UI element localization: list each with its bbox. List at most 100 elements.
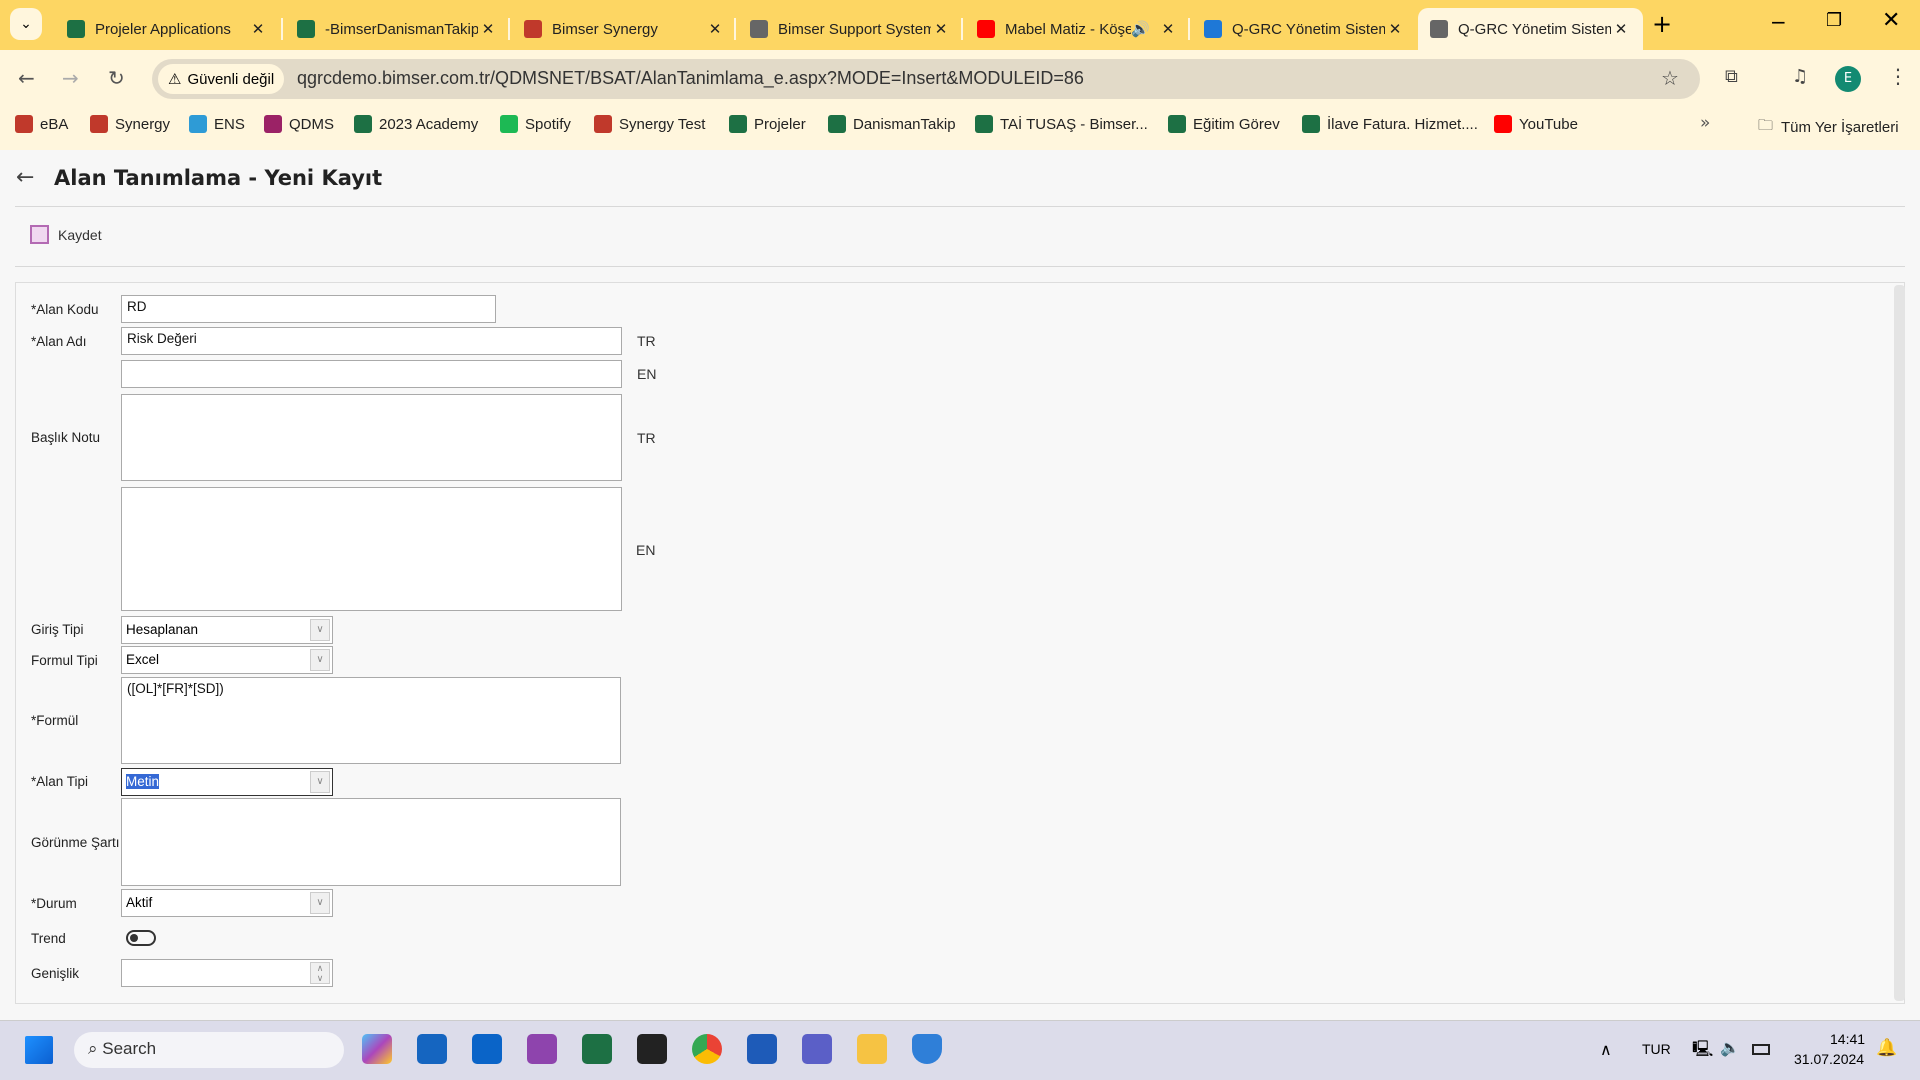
bookmark-item[interactable]: ENS — [189, 115, 245, 133]
bookmark-label: 2023 Academy — [379, 115, 479, 133]
more-bookmarks-icon[interactable]: » — [1700, 113, 1710, 133]
teams-icon[interactable] — [802, 1034, 832, 1064]
close-tab-icon[interactable]: ✕ — [931, 20, 951, 38]
close-window-button[interactable]: ✕ — [1882, 8, 1900, 33]
all-bookmarks[interactable]: 🗀 Tüm Yer İşaretleri — [1758, 115, 1899, 140]
spinner-icon[interactable]: ∧ ∨ — [310, 962, 330, 984]
close-tab-icon[interactable]: ✕ — [705, 20, 725, 38]
maximize-button[interactable]: ❐ — [1826, 10, 1842, 31]
close-tab-icon[interactable]: ✕ — [478, 20, 498, 38]
bookmark-item[interactable]: QDMS — [264, 115, 334, 133]
excel-icon[interactable] — [582, 1034, 612, 1064]
genislik-stepper[interactable]: ∧ ∨ — [121, 959, 333, 987]
network-icon[interactable]: 🖳 — [1692, 1038, 1713, 1065]
notification-bell-icon[interactable]: 🔔 — [1876, 1038, 1897, 1058]
bookmark-icon — [975, 115, 993, 133]
bookmark-item[interactable]: eBA — [15, 115, 68, 133]
audio-icon[interactable]: 🔊 — [1131, 20, 1150, 38]
taskbar-search[interactable]: ⌕ Search — [74, 1032, 344, 1068]
tab[interactable]: Bimser Synergy ✕ — [512, 8, 737, 50]
bookmark-item[interactable]: Eğitim Görev — [1168, 115, 1280, 133]
tab[interactable]: Bimser Support System ✕ — [738, 8, 963, 50]
extensions-icon[interactable]: ⧉ — [1725, 66, 1738, 87]
copilot-icon[interactable] — [362, 1034, 392, 1064]
menu-icon[interactable]: ⋮ — [1888, 64, 1908, 88]
chevron-down-icon[interactable]: ∨ — [310, 649, 330, 671]
bookmark-item[interactable]: YouTube — [1494, 115, 1578, 133]
tab-title: Mabel Matiz - Köşe — [1005, 20, 1132, 38]
giris-tipi-select[interactable]: Hesaplanan ∨ — [121, 616, 333, 644]
security-shield-icon[interactable] — [912, 1034, 942, 1064]
media-icon[interactable]: ♫ — [1792, 66, 1808, 87]
close-tab-icon[interactable]: ✕ — [248, 20, 268, 38]
bookmark-item[interactable]: 2023 Academy — [354, 115, 478, 133]
bookmark-item[interactable]: Projeler — [729, 115, 806, 133]
clock-date[interactable]: 31.07.2024 — [1794, 1051, 1864, 1067]
formul-tipi-select[interactable]: Excel ∨ — [121, 646, 333, 674]
durum-select[interactable]: Aktif ∨ — [121, 889, 333, 917]
gorunme-sarti-textarea[interactable] — [121, 798, 621, 886]
sticky-notes-icon[interactable] — [637, 1034, 667, 1064]
alan-tipi-select[interactable]: Metin ∨ — [121, 768, 333, 796]
tray-chevron-icon[interactable]: ∧ — [1600, 1040, 1612, 1059]
bookmark-item[interactable]: Synergy — [90, 115, 170, 133]
baslik-notu-en-textarea[interactable] — [121, 487, 622, 611]
alan-adi-en-input[interactable] — [121, 360, 622, 388]
lang-en-label: EN — [636, 542, 656, 558]
bookmark-icon — [1494, 115, 1512, 133]
tab[interactable]: -BimserDanismanTakip ✕ — [285, 8, 510, 50]
word-icon[interactable] — [747, 1034, 777, 1064]
volume-icon[interactable]: 🔈 — [1720, 1038, 1740, 1057]
bookmark-label: Synergy Test — [619, 115, 706, 133]
security-chip[interactable]: ⚠ Güvenli değil — [158, 64, 285, 94]
forward-icon[interactable]: → — [62, 66, 79, 90]
avatar[interactable]: E — [1835, 66, 1861, 92]
page-back-icon[interactable]: ← — [16, 165, 34, 190]
security-label: Güvenli değil — [187, 70, 275, 88]
chrome-icon[interactable] — [692, 1034, 722, 1064]
bookmark-item[interactable]: Spotify — [500, 115, 571, 133]
scrollbar[interactable] — [1894, 285, 1905, 1001]
tab[interactable]: Projeler Applications ✕ — [55, 8, 280, 50]
tab[interactable]: Mabel Matiz - Köşe 🔊 ✕ — [965, 8, 1190, 50]
bookmark-item[interactable]: Synergy Test — [594, 115, 705, 133]
bookmark-label: eBA — [40, 115, 69, 133]
clock-time[interactable]: 14:41 — [1830, 1031, 1865, 1047]
alan-kodu-input[interactable]: RD — [121, 295, 496, 323]
tab-search-button[interactable]: ⌄ — [10, 8, 42, 40]
tab[interactable]: Q-GRC Yönetim Sistemi ✕ — [1192, 8, 1417, 50]
language-indicator[interactable]: TUR — [1642, 1041, 1671, 1057]
bookmark-item[interactable]: DanismanTakip — [828, 115, 956, 133]
file-explorer-icon[interactable] — [857, 1034, 887, 1064]
back-icon[interactable]: ← — [18, 66, 35, 90]
synergy-icon — [524, 20, 542, 38]
lang-tr-label: TR — [637, 333, 656, 349]
bookmark-item[interactable]: TAİ TUSAŞ - Bimser... — [975, 115, 1148, 133]
battery-icon[interactable] — [1752, 1044, 1770, 1055]
url-text[interactable]: qgrcdemo.bimser.com.tr/QDMSNET/BSAT/Alan… — [297, 68, 1084, 89]
minimize-button[interactable]: − — [1770, 10, 1787, 34]
baslik-notu-tr-textarea[interactable] — [121, 394, 622, 481]
bookmark-item[interactable]: İlave Fatura. Hizmet.... — [1302, 115, 1478, 133]
bookmark-star-icon[interactable]: ☆ — [1661, 66, 1679, 90]
chevron-down-icon[interactable]: ∨ — [310, 619, 330, 641]
formul-textarea[interactable]: ([OL]*[FR]*[SD]) — [121, 677, 621, 764]
excel-icon — [297, 20, 315, 38]
bookmark-label: DanismanTakip — [853, 115, 956, 133]
tab[interactable]: Q-GRC Yönetim Sistemi ✕ — [1418, 8, 1643, 50]
close-tab-icon[interactable]: ✕ — [1611, 20, 1631, 38]
chevron-down-icon[interactable]: ∨ — [310, 892, 330, 914]
close-tab-icon[interactable]: ✕ — [1385, 20, 1405, 38]
alan-adi-tr-input[interactable]: Risk Değeri — [121, 327, 622, 355]
chevron-down-icon[interactable]: ∨ — [310, 771, 330, 793]
reload-icon[interactable]: ↻ — [108, 66, 125, 90]
trend-toggle[interactable] — [126, 930, 156, 946]
save-button[interactable]: Kaydet — [30, 225, 102, 244]
outlook-icon[interactable] — [472, 1034, 502, 1064]
onenote-icon[interactable] — [527, 1034, 557, 1064]
windows-start-icon[interactable] — [25, 1036, 53, 1064]
close-tab-icon[interactable]: ✕ — [1158, 20, 1178, 38]
widgets-icon[interactable] — [417, 1034, 447, 1064]
new-tab-button[interactable]: + — [1652, 10, 1672, 38]
tab-title: Bimser Synergy — [552, 20, 658, 38]
